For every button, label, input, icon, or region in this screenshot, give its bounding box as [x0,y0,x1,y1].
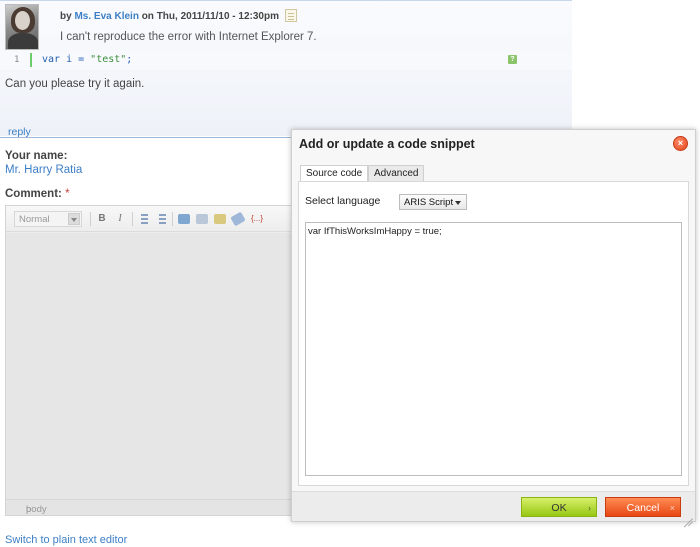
dialog-title: Add or update a code snippet [299,137,475,151]
cancel-button[interactable]: Cancel × [605,497,681,517]
avatar [5,4,39,50]
language-label: Select language [305,195,381,207]
comment-text: I can't reproduce the error with Interne… [60,31,317,43]
bullet-list-icon[interactable] [156,212,166,226]
document-icon[interactable] [284,9,297,22]
help-icon[interactable]: ? [508,55,517,64]
comment-meta: by Ms. Eva Klein on Thu, 2011/11/10 - 12… [60,9,297,22]
code-text: var i = "test"; [42,54,133,65]
code-snippet-dialog: Add or update a code snippet × Source co… [291,129,696,522]
chevron-down-icon [68,213,80,225]
language-select[interactable]: ARIS Script [399,194,467,210]
italic-button[interactable]: I [114,212,126,226]
ok-button[interactable]: OK › [521,497,597,517]
name-value: Mr. Harry Ratia [5,164,83,176]
dialog-footer: OK › Cancel × [292,491,695,521]
source-code-panel: Select language ARIS Script var IfThisWo… [298,181,689,486]
required-mark: * [65,188,70,200]
numbered-list-icon[interactable] [138,212,148,226]
bold-button[interactable]: B [96,212,108,226]
format-select[interactable]: Normal [14,211,82,227]
rich-text-editor: Normal B I {...} body p [5,205,305,516]
editor-toolbar: Normal B I {...} [6,206,304,232]
tab-source-code[interactable]: Source code [300,165,369,182]
switch-to-plain-text-link[interactable]: Switch to plain text editor [5,534,127,546]
comment-author-link[interactable]: Ms. Eva Klein [74,11,138,22]
code-snippet: 1 var i = "test"; ? [0,50,572,70]
code-textarea[interactable]: var IfThisWorksImHappy = true; [305,222,682,476]
eraser-icon[interactable] [230,211,246,227]
comment: by Ms. Eva Klein on Thu, 2011/11/10 - 12… [0,0,572,138]
line-number: 1 [14,55,20,65]
link-icon[interactable] [178,214,190,224]
comment-label: Comment: * [5,188,70,200]
chevron-down-icon [455,201,461,205]
comment-text-followup: Can you please try it again. [5,78,145,90]
code-gutter-bar [30,53,32,67]
close-icon[interactable]: × [673,136,688,151]
reply-link[interactable]: reply [8,126,31,138]
unlink-icon[interactable] [196,214,208,224]
image-icon[interactable] [214,214,226,224]
name-label: Your name: [5,150,68,162]
tab-advanced[interactable]: Advanced [368,165,425,182]
editor-status-bar: body p [6,499,304,515]
editor-area[interactable] [6,233,304,501]
resize-grip[interactable] [684,510,693,519]
code-snippet-icon[interactable]: {...} [248,212,266,226]
